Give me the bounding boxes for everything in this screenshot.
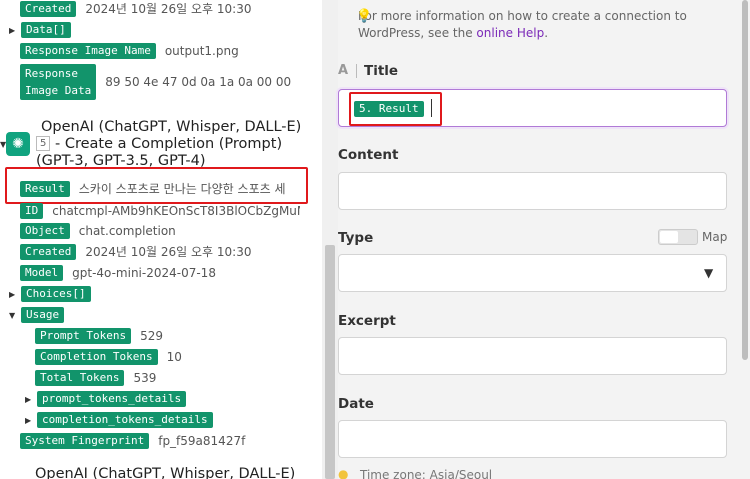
expand-caret-icon[interactable] [9,290,17,299]
key-pill[interactable]: Usage [21,307,65,323]
title-label: Title [364,63,399,79]
key-pill[interactable]: Completion Tokens [35,349,158,365]
right-scrollbar-thumb[interactable] [742,0,748,360]
value-text: output1.png [164,44,239,58]
tree-row-prompt-tokens: Prompt Tokens 529 [35,328,163,344]
expand-caret-icon[interactable] [25,395,33,404]
tree-row-usage[interactable]: Usage [9,307,65,323]
tree-row-choices[interactable]: Choices[] [9,286,91,302]
lightbulb-icon: 💡 [356,9,373,24]
key-pill[interactable]: Created [20,1,77,17]
online-help-link[interactable]: online Help [476,26,544,40]
key-pill[interactable]: completion_tokens_details [37,412,213,428]
content-label: Content [338,147,399,163]
tree-row-response-image-data: Response Image Data 89 50 4e 47 0d 0a 1a … [20,64,295,100]
key-pill[interactable]: prompt_tokens_details [37,391,187,407]
value-text: fp_f59a81427f [158,434,246,448]
clock-icon: ● [338,467,349,479]
module-title: OpenAI (ChatGPT, Whisper, DALL-E) 5 - Cr… [36,119,302,169]
divider [356,64,357,78]
key-pill[interactable]: Created [20,244,77,260]
value-text: chat.completion [78,224,176,238]
key-pill[interactable]: Response Image Data [20,64,97,100]
key-pill[interactable]: Total Tokens [35,370,125,386]
output-tree-panel: Created 2024년 10월 26일 오후 10:30 Data[] Re… [0,0,322,479]
expand-caret-icon[interactable] [25,416,33,425]
expand-caret-icon[interactable] [9,26,17,35]
key-pill[interactable]: ID [20,203,44,219]
key-pill[interactable]: Model [20,265,64,281]
module-header[interactable]: ✺ OpenAI (ChatGPT, Whisper, DALL-E) 5 - … [6,119,301,170]
type-select[interactable] [338,254,727,292]
key-pill[interactable]: Data[] [21,22,71,38]
value-text: 89 50 4e 47 0d 0a 1a 0a 00 00 0 [105,75,296,89]
date-label: Date [338,396,374,412]
tree-row-response-image-name: Response Image Name output1.png [20,43,239,59]
timezone-note: Time zone: Asia/Seoul [360,468,493,479]
value-text: 2024년 10월 26일 오후 10:30 [85,245,252,259]
value-text: 2024년 10월 26일 오후 10:30 [85,2,252,16]
key-pill[interactable]: Prompt Tokens [35,328,132,344]
excerpt-label: Excerpt [338,313,396,329]
tree-row-completion-tokens: Completion Tokens 10 [35,349,182,365]
value-text: 529 [140,329,163,343]
date-input[interactable] [338,420,727,458]
tree-row-created: Created 2024년 10월 26일 오후 10:30 [20,244,251,260]
left-scrollbar-thumb[interactable] [325,245,335,479]
tree-row-object: Object chat.completion [20,223,176,239]
tree-row-data[interactable]: Data[] [9,22,71,38]
highlight-box [5,167,308,204]
key-pill[interactable]: Object [20,223,70,239]
tree-row-total-tokens: Total Tokens 539 [35,370,156,386]
excerpt-input[interactable] [338,337,727,375]
key-pill[interactable]: System Fingerprint [20,433,150,449]
map-toggle[interactable] [658,229,698,245]
map-toggle-label: Map [702,230,728,244]
module-number-badge: 5 [36,136,51,151]
collapse-caret-icon[interactable] [9,311,17,320]
value-text: 10 [166,350,182,364]
value-text: gpt-4o-mini-2024-07-18 [72,266,216,280]
text-type-icon: A [338,63,349,78]
key-pill[interactable]: Choices[] [21,286,91,302]
openai-logo-icon: ✺ [6,132,30,156]
type-label: Type [338,230,374,246]
chevron-down-icon[interactable]: ▼ [704,266,713,280]
key-pill[interactable]: Response Image Name [20,43,156,59]
tree-row-id: ID chatcmpl-AMb9hKEOnScT8I3BlOCbZgMuM [20,203,300,219]
tree-row-created-top: Created 2024년 10월 26일 오후 10:30 [20,1,251,17]
next-module-title[interactable]: OpenAI (ChatGPT, Whisper, DALL-E) [35,466,295,479]
content-input[interactable] [338,172,727,210]
value-text: 539 [133,371,157,385]
help-note: 💡 For more information on how to create … [356,9,687,40]
module-settings-panel: 💡 For more information on how to create … [338,0,750,479]
tree-row-model: Model gpt-4o-mini-2024-07-18 [20,265,216,281]
tree-row-prompt-tokens-details[interactable]: prompt_tokens_details [25,391,187,407]
value-text: chatcmpl-AMb9hKEOnScT8I3BlOCbZgMuM [52,204,301,218]
tree-row-completion-tokens-details[interactable]: completion_tokens_details [25,412,213,428]
tree-row-system-fingerprint: System Fingerprint fp_f59a81427f [20,433,245,449]
collapse-caret-icon[interactable] [0,140,8,149]
title-highlight-box [349,92,442,126]
